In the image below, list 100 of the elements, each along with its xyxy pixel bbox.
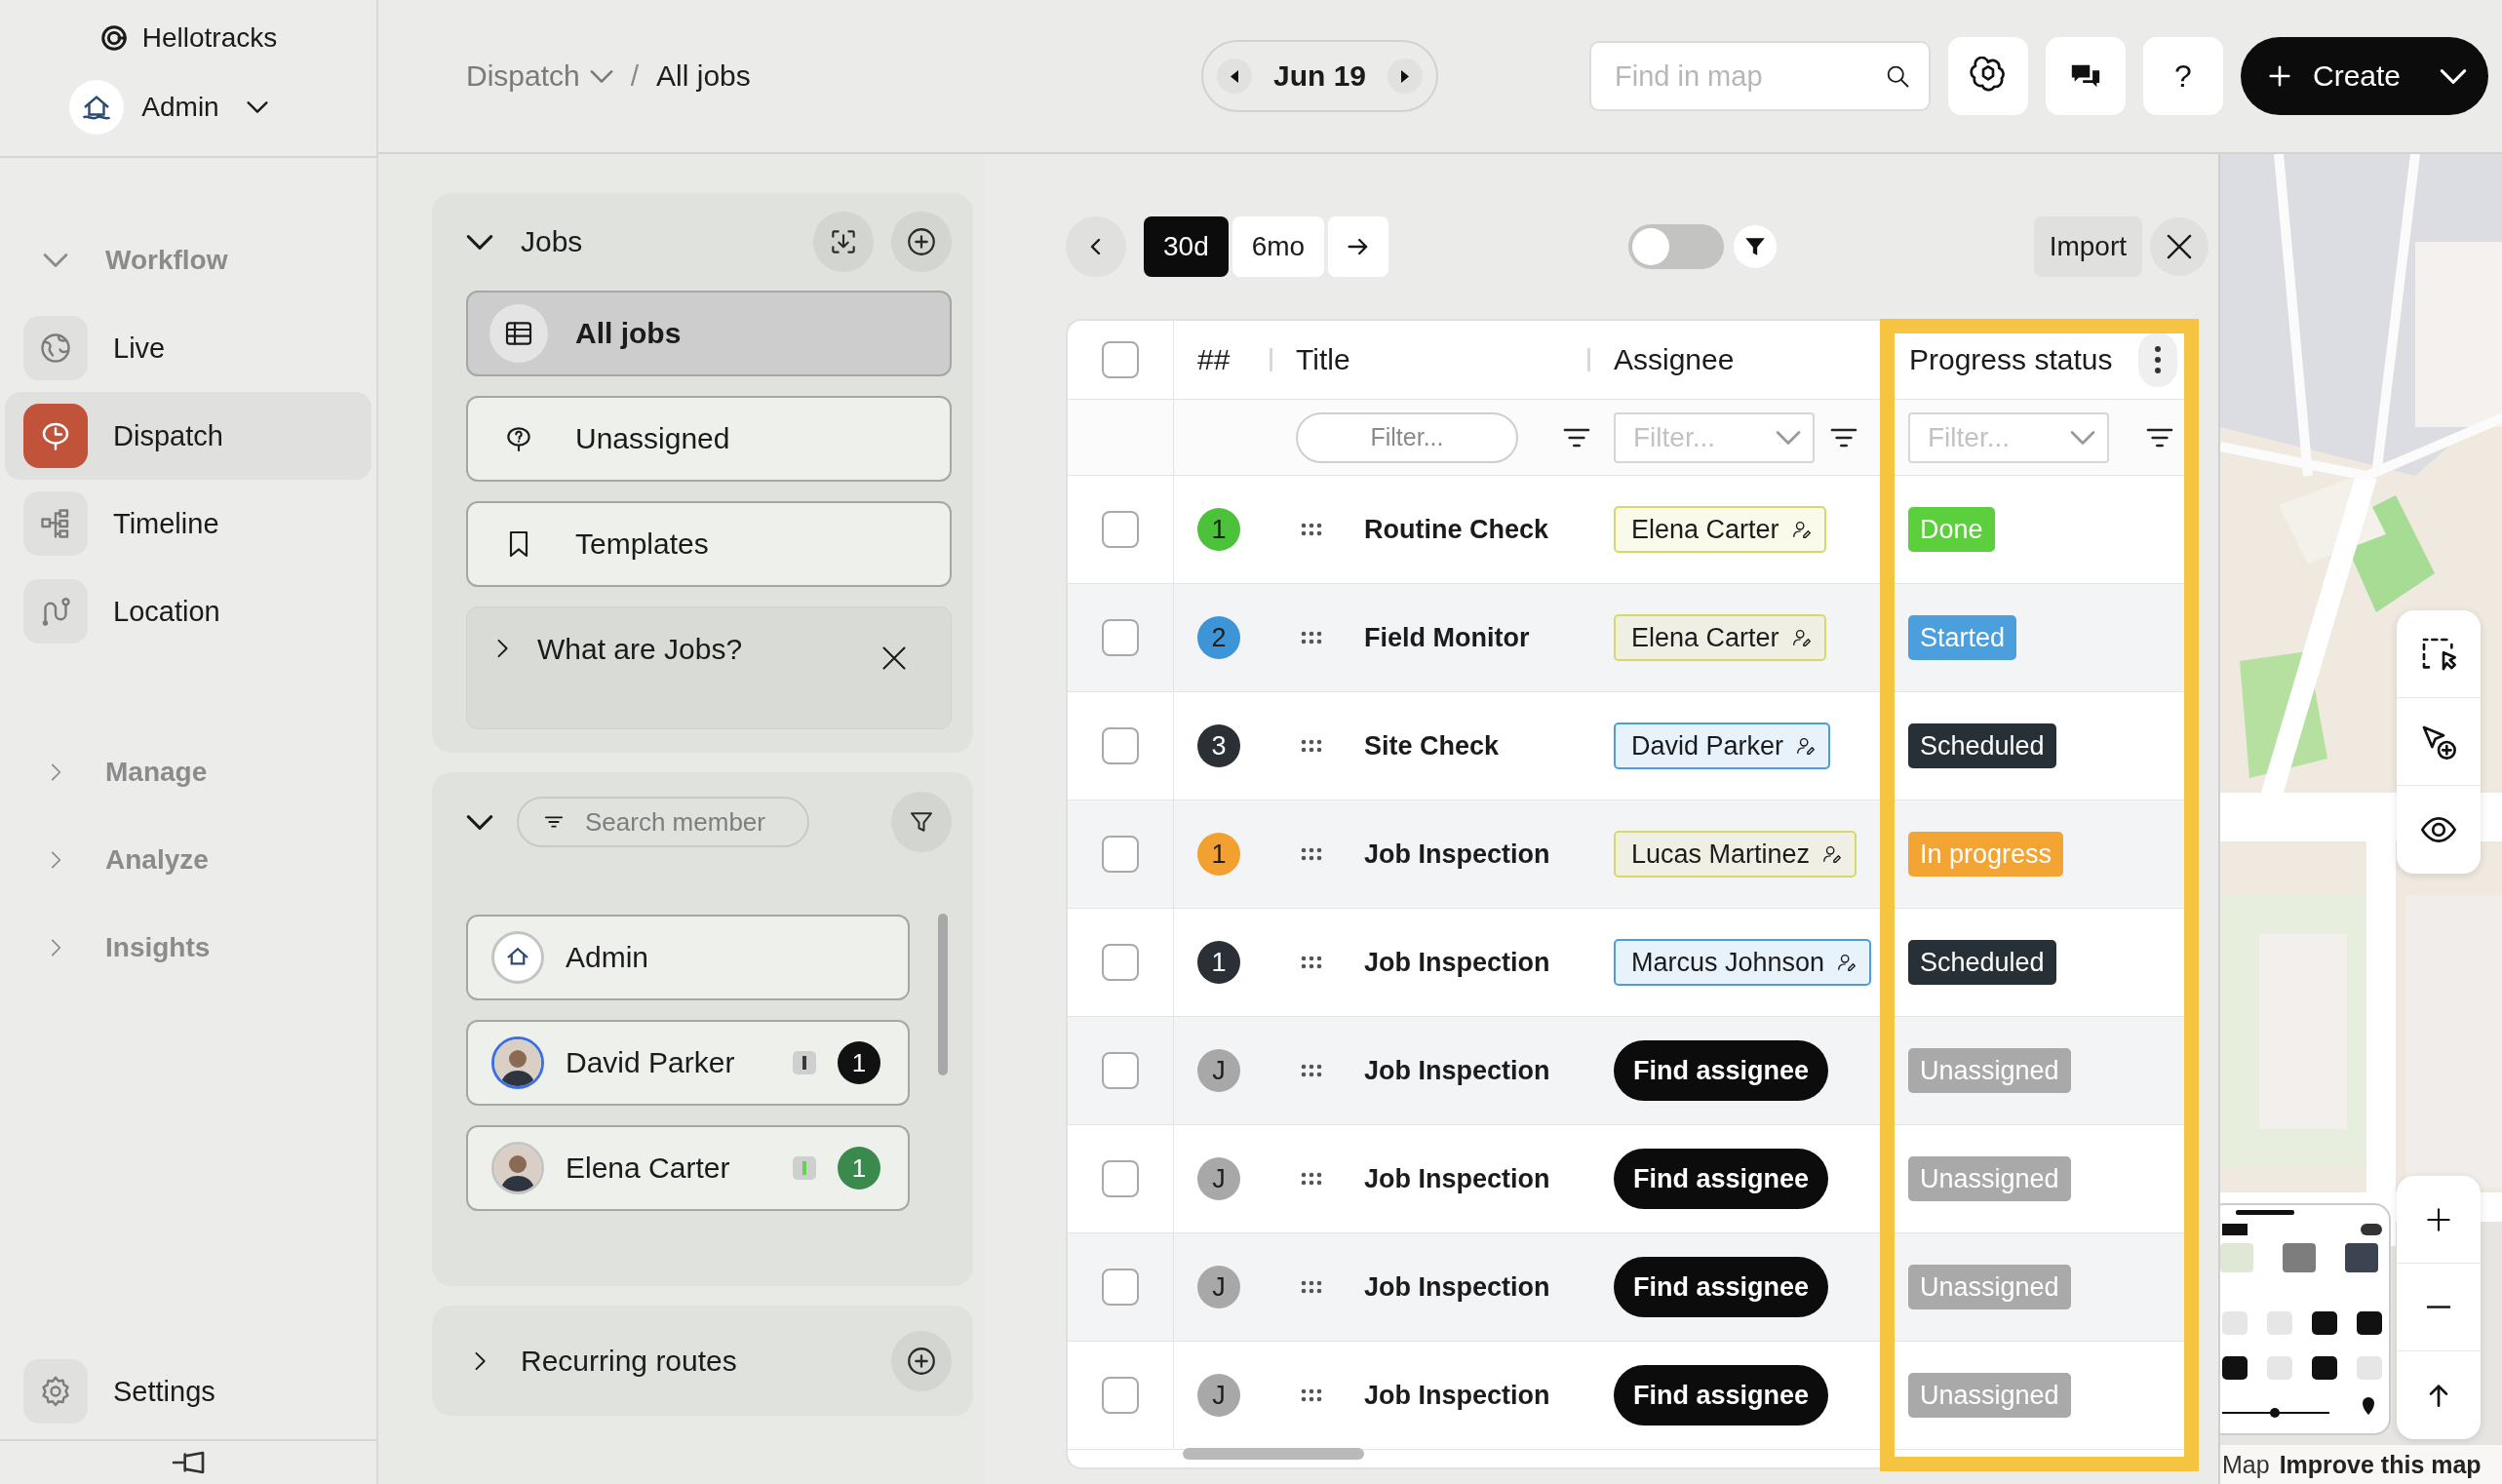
- scrollbar[interactable]: [1183, 1448, 1364, 1460]
- drag-handle-icon[interactable]: [1300, 1387, 1323, 1403]
- collapse-toggle[interactable]: [466, 234, 493, 250]
- job-title: Field Monitor: [1364, 622, 1530, 653]
- column-header[interactable]: Title: [1296, 343, 1350, 376]
- create-button[interactable]: Create: [2241, 37, 2488, 115]
- person-edit-icon: [1790, 627, 1813, 648]
- row-checkbox[interactable]: [1102, 727, 1139, 764]
- member-search-field[interactable]: Search member: [517, 797, 809, 847]
- assignee-tag[interactable]: Elena Carter: [1614, 506, 1826, 553]
- filter-dropdown[interactable]: Filter...: [1908, 411, 2109, 463]
- job-title: Job Inspection: [1364, 1163, 1550, 1194]
- toggle-switch[interactable]: [1628, 224, 1725, 269]
- nav-item[interactable]: Live: [5, 304, 371, 392]
- assistant-button[interactable]: [1948, 37, 2028, 115]
- job-number-badge: 1: [1197, 508, 1240, 551]
- row-checkbox[interactable]: [1102, 619, 1139, 656]
- nav-item[interactable]: Dispatch: [5, 392, 371, 480]
- select-all-checkbox[interactable]: [1102, 341, 1139, 378]
- column-header[interactable]: Progress status: [1909, 343, 2113, 376]
- previous-day-button[interactable]: [1217, 59, 1252, 94]
- person-edit-icon: [1790, 519, 1813, 540]
- scrollbar[interactable]: [938, 914, 948, 1075]
- row-checkbox[interactable]: [1102, 511, 1139, 548]
- member-item[interactable]: Admin: [466, 915, 910, 1000]
- drag-handle-icon[interactable]: [1300, 738, 1323, 754]
- assignee-tag[interactable]: David Parker: [1614, 722, 1831, 769]
- chevron-down-icon: [589, 69, 613, 83]
- chevron-down-icon: [43, 254, 68, 267]
- job-number-badge: 3: [1197, 724, 1240, 767]
- nav-item[interactable]: Location: [5, 567, 371, 655]
- panel-title: Recurring routes: [521, 1344, 737, 1378]
- assignee-tag[interactable]: Marcus Johnson: [1614, 939, 1872, 986]
- nav-item[interactable]: Timeline: [5, 480, 371, 567]
- column-header[interactable]: Assignee: [1614, 343, 1735, 376]
- person-edit-icon: [1836, 952, 1858, 973]
- row-checkbox[interactable]: [1102, 1269, 1139, 1306]
- row-checkbox[interactable]: [1102, 836, 1139, 873]
- chevron-down-icon: [2070, 430, 2095, 445]
- member-item[interactable]: David Parker 1: [466, 1020, 910, 1106]
- chevron-down-icon: [466, 814, 493, 830]
- account-menu[interactable]: Admin: [141, 92, 268, 123]
- minus-icon: [2426, 1306, 2451, 1308]
- drag-handle-icon[interactable]: [1300, 1063, 1323, 1078]
- status-badge: Started: [1908, 615, 2017, 660]
- job-title: Site Check: [1364, 730, 1500, 762]
- drag-handle-icon[interactable]: [1300, 955, 1323, 970]
- member-item[interactable]: Elena Carter 1: [466, 1125, 910, 1211]
- drag-handle-icon[interactable]: [1300, 522, 1323, 537]
- drag-handle-icon[interactable]: [1300, 1279, 1323, 1295]
- messages-button[interactable]: [2046, 37, 2126, 115]
- find-assignee-button[interactable]: Find assignee: [1614, 1257, 1829, 1317]
- import-button[interactable]: Import: [2033, 216, 2142, 277]
- breadcrumb-item[interactable]: All jobs: [656, 59, 751, 93]
- panel-title: Jobs: [521, 225, 583, 258]
- caret-left-icon: [1231, 69, 1238, 83]
- app-name: Hellotracks: [141, 22, 278, 54]
- settings-item[interactable]: Settings: [5, 1347, 215, 1435]
- assignee-tag[interactable]: Lucas Martinez: [1614, 831, 1857, 878]
- job-title: Job Inspection: [1364, 1380, 1550, 1411]
- job-count-badge: 1: [838, 1041, 880, 1084]
- drag-handle-icon[interactable]: [1300, 630, 1323, 645]
- range-tab[interactable]: 6mo: [1231, 216, 1325, 277]
- breadcrumb-item[interactable]: Dispatch: [466, 59, 613, 93]
- chevron-down-icon: [2440, 68, 2467, 84]
- collapse-toggle[interactable]: [466, 814, 493, 830]
- status-badge: Unassigned: [1908, 1265, 2071, 1309]
- row-checkbox[interactable]: [1102, 1160, 1139, 1197]
- drag-handle-icon[interactable]: [1300, 1171, 1323, 1187]
- job-title: Job Inspection: [1364, 947, 1550, 978]
- range-tab[interactable]: 30d: [1144, 216, 1229, 277]
- assignee-tag[interactable]: Elena Carter: [1614, 614, 1826, 661]
- filter-field[interactable]: Filter...: [1296, 411, 1518, 463]
- improve-map-link[interactable]: Improve this map: [2279, 1450, 2482, 1479]
- find-assignee-button[interactable]: Find assignee: [1614, 1040, 1829, 1101]
- job-view-item[interactable]: Unassigned: [466, 396, 952, 482]
- find-assignee-button[interactable]: Find assignee: [1614, 1365, 1829, 1425]
- status-badge: Done: [1908, 507, 1995, 552]
- layers-panel-drawing[interactable]: [2220, 1202, 2392, 1436]
- row-checkbox[interactable]: [1102, 1377, 1139, 1414]
- job-view-item[interactable]: All jobs: [466, 291, 952, 376]
- status-badge: Unassigned: [1908, 1373, 2071, 1418]
- column-header[interactable]: ##: [1197, 343, 1231, 376]
- app-logo-icon: [98, 23, 129, 53]
- filter-dropdown[interactable]: Filter...: [1614, 411, 1815, 463]
- job-title: Job Inspection: [1364, 839, 1550, 870]
- job-view-item[interactable]: Templates: [466, 501, 952, 587]
- map-search-field[interactable]: Find in map: [1589, 41, 1931, 111]
- row-checkbox[interactable]: [1102, 1052, 1139, 1089]
- chevron-down-icon: [1776, 430, 1801, 445]
- person-edit-icon: [1821, 843, 1844, 865]
- row-checkbox[interactable]: [1102, 944, 1139, 981]
- next-day-button[interactable]: [1388, 59, 1423, 94]
- column-menu-button[interactable]: [2138, 332, 2177, 387]
- job-title: Job Inspection: [1364, 1271, 1550, 1303]
- filter-button[interactable]: [1734, 225, 1778, 268]
- drag-handle-icon[interactable]: [1300, 846, 1323, 862]
- help-button[interactable]: ?: [2143, 37, 2223, 115]
- job-number-badge: J: [1197, 1049, 1240, 1092]
- find-assignee-button[interactable]: Find assignee: [1614, 1149, 1829, 1209]
